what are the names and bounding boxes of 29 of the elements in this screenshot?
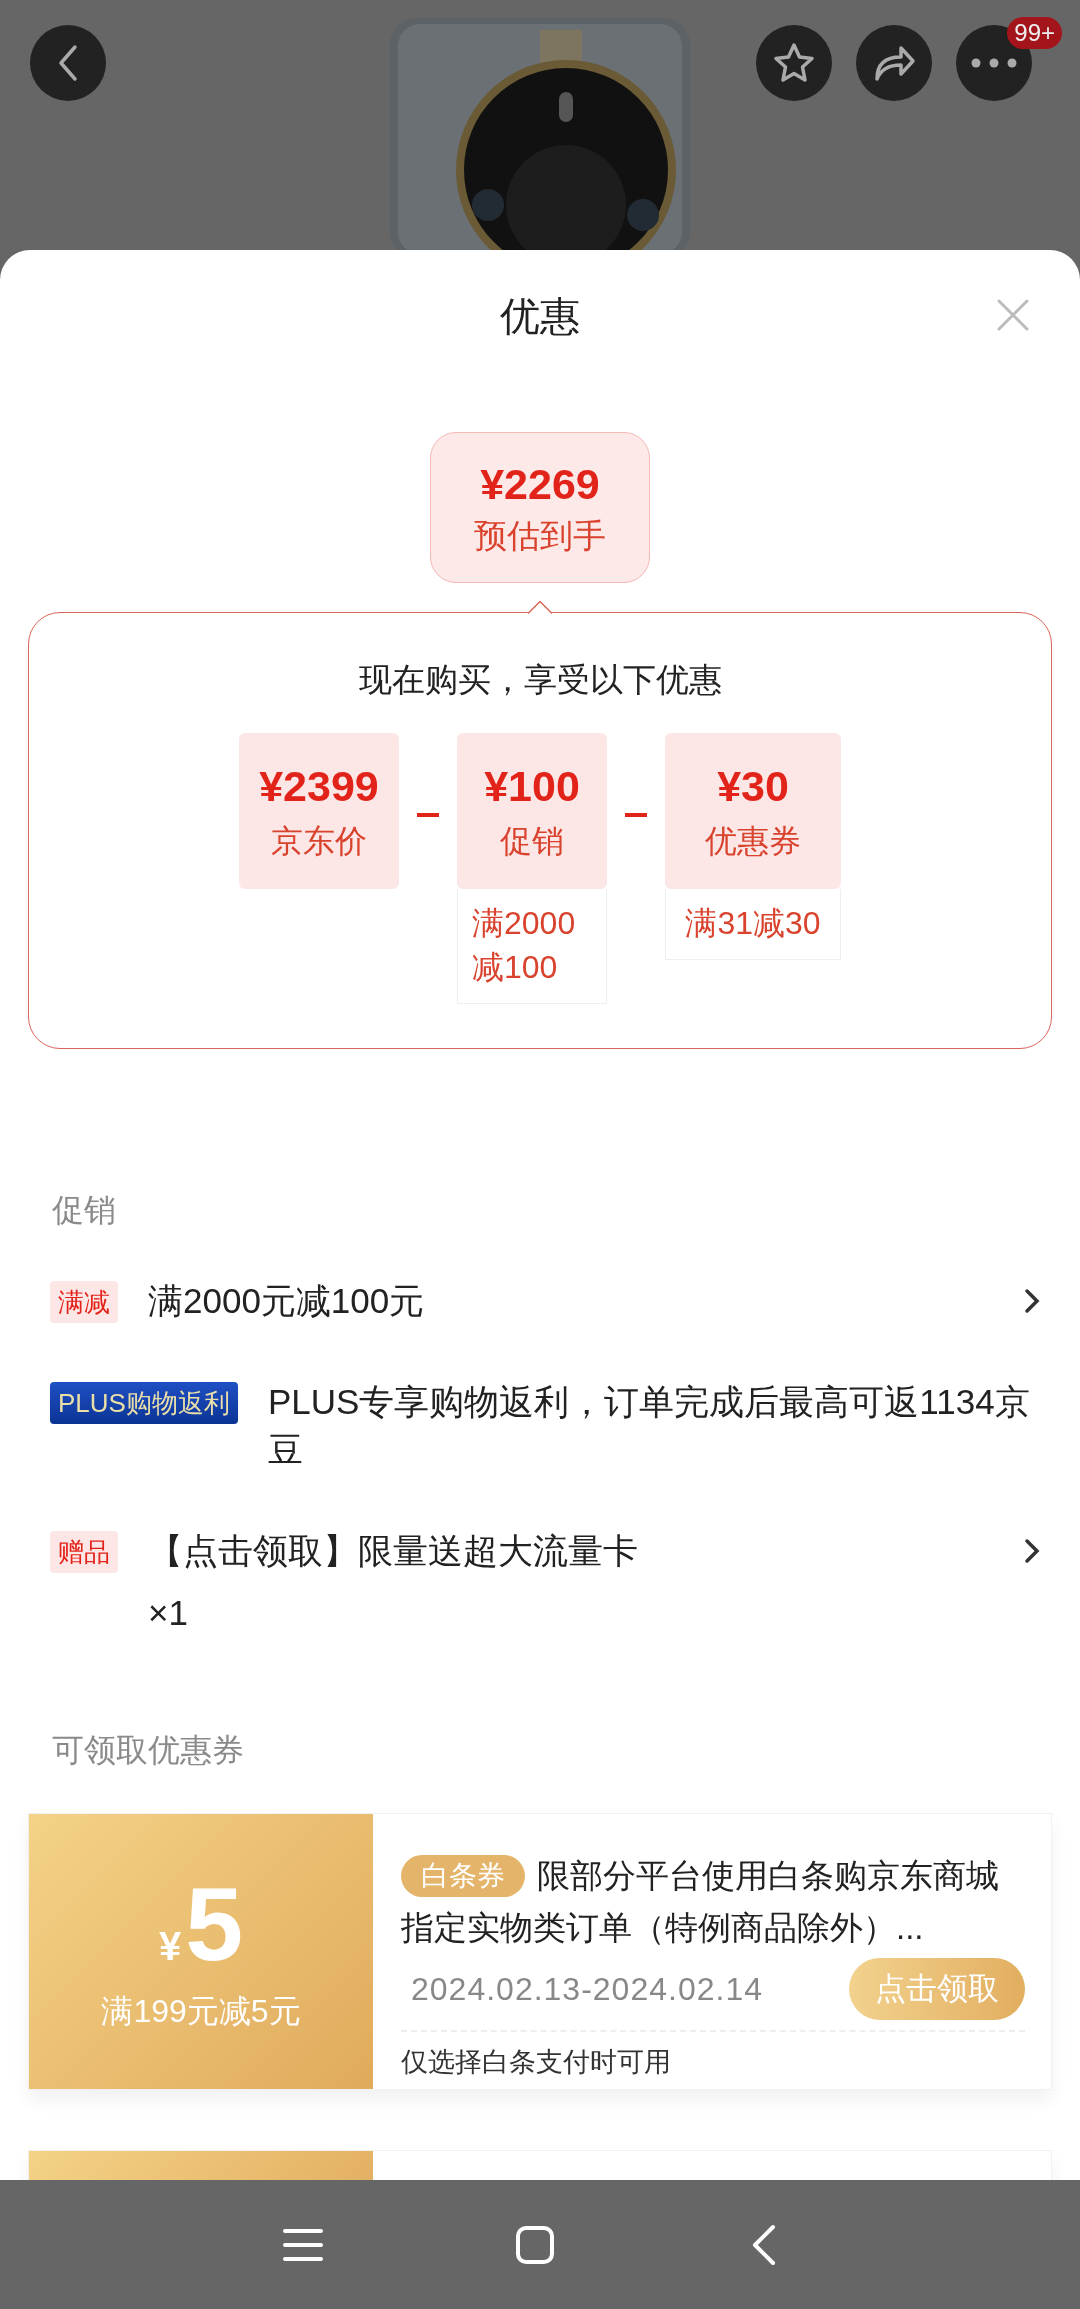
promo-text: 【点击领取】限量送超大流量卡 [148, 1530, 639, 1572]
promo-tag: 满减 [50, 1281, 118, 1323]
promo-tag: 赠品 [50, 1531, 118, 1573]
quantity-text: ×1 [148, 1592, 189, 1634]
price-amount: ¥30 [717, 761, 789, 811]
promo-text: PLUS专享购物返利，订单完成后最高可返1134京豆 [267, 1381, 1031, 1471]
price-label: 优惠券 [705, 822, 801, 861]
notification-badge: 99+ [1007, 17, 1062, 49]
promo-tag: PLUS购物返利 [50, 1382, 238, 1424]
coupon-note: 仅选择白条支付时可用 [401, 2046, 672, 2079]
sheet-title: 优惠 [500, 293, 580, 340]
section-heading: 可领取优惠券 [51, 1731, 245, 1770]
estimate-label: 预估到手 [474, 515, 606, 556]
validity-dates: 2024.02.13-2024.02.14 [410, 1970, 763, 2008]
price-label: 京东价 [271, 822, 367, 861]
section-heading: 促销 [51, 1191, 117, 1230]
price-label: 促销 [500, 822, 564, 861]
promo-text: 满2000元减100元 [148, 1280, 426, 1322]
coupon-description: 白条券 限部分平台使用白条购京东商城指定实物类订单（特例商品除外）... [401, 1854, 1000, 1948]
estimated-price: ¥2269 [480, 458, 600, 509]
price-amount: ¥2399 [259, 761, 379, 811]
coupon-condition: 满199元减5元 [101, 1991, 301, 2031]
price-amount: ¥100 [484, 761, 580, 811]
coupon-amount: 5 [185, 1871, 244, 1976]
breakdown-heading: 现在购买，享受以下优惠 [358, 660, 722, 700]
condition-note: 满31减30 [665, 889, 841, 960]
claim-button[interactable]: 点击领取 [849, 1958, 1025, 2020]
currency-sign: ¥ [158, 1923, 182, 1969]
condition-note: 满2000减100 [457, 889, 607, 1004]
